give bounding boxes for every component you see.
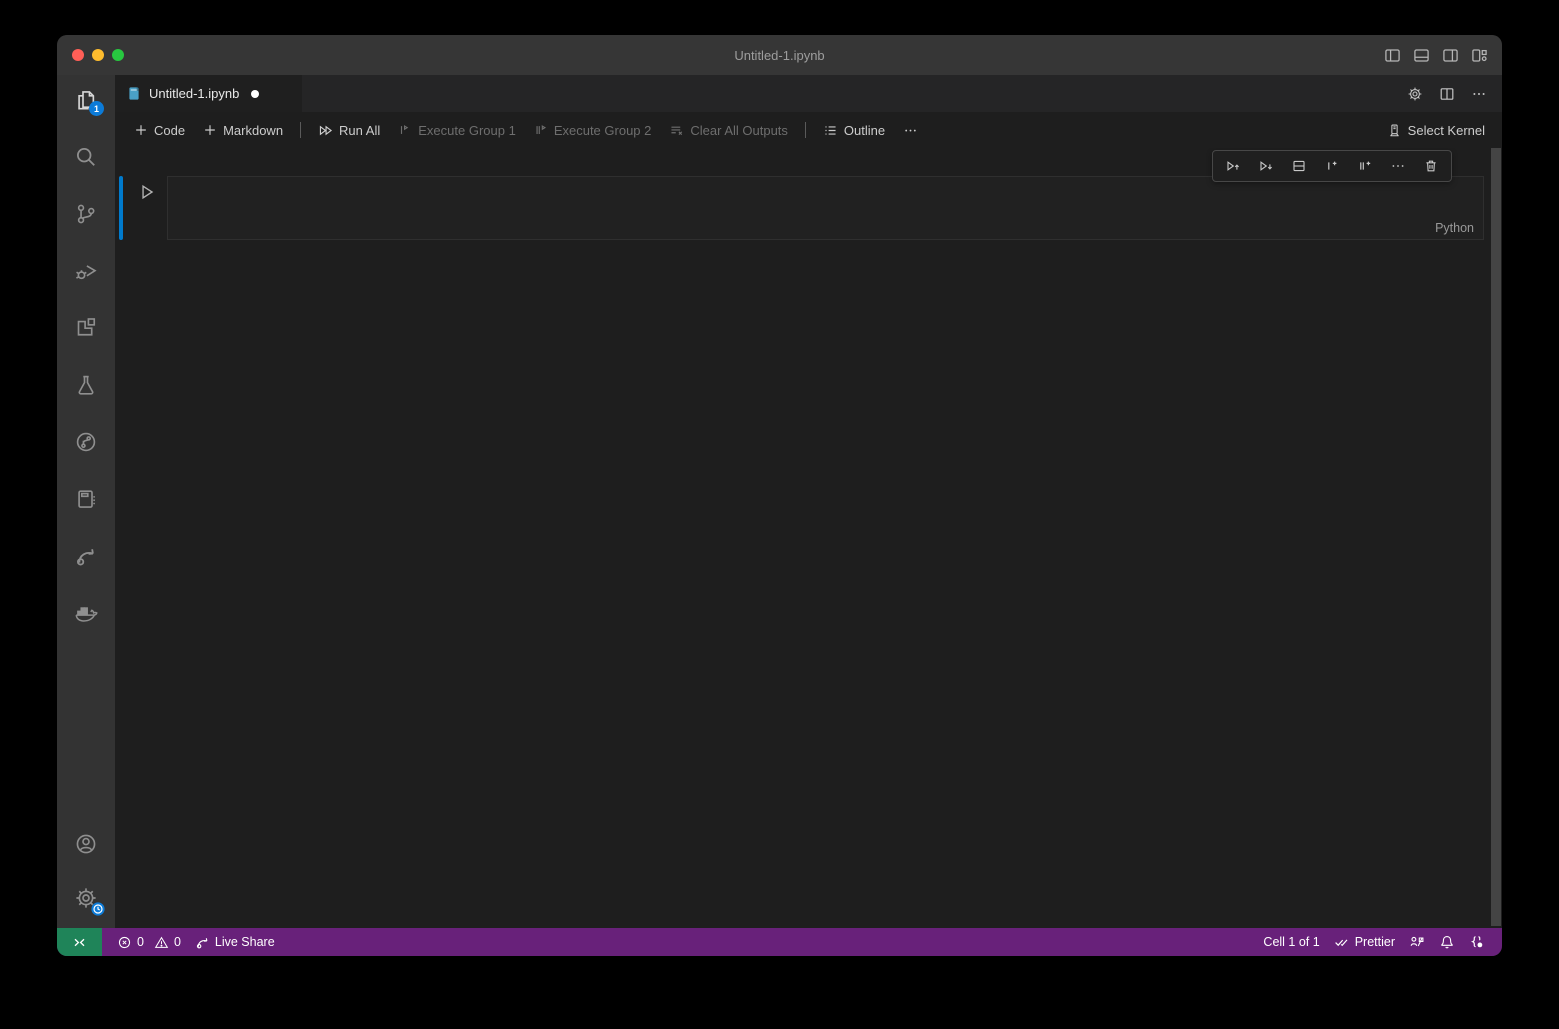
tab-bar: Untitled-1.ipynb (115, 75, 1502, 112)
error-icon (117, 935, 132, 950)
clear-outputs-icon (669, 123, 684, 138)
activity-bar: 1 (57, 75, 115, 928)
status-bar: 0 0 Live Share Cell 1 of 1 Prettier (57, 928, 1502, 956)
delete-cell-icon[interactable] (1423, 158, 1439, 174)
toggle-secondary-sidebar-icon[interactable] (1441, 46, 1459, 64)
plus-icon (134, 123, 148, 137)
outline-button[interactable]: Outline (816, 119, 892, 142)
remote-indicator[interactable] (57, 928, 102, 956)
execute-above-icon[interactable] (1225, 158, 1241, 174)
split-cell-icon[interactable] (1291, 158, 1307, 174)
execute-group-2-icon (534, 123, 548, 137)
problems-indicator[interactable]: 0 0 (110, 935, 188, 950)
feedback-icon[interactable] (1402, 934, 1432, 950)
remote-icon (72, 935, 87, 950)
notebook-cell: Python (119, 176, 1484, 240)
language-status-braces-icon[interactable] (1462, 934, 1492, 950)
run-all-label: Run All (339, 123, 380, 138)
live-share-icon[interactable] (74, 544, 98, 568)
add-markdown-label: Markdown (223, 123, 283, 138)
cell-position-label: Cell 1 of 1 (1263, 935, 1319, 949)
double-check-icon (1334, 934, 1350, 950)
toolbar-separator (805, 122, 806, 138)
prettier-label: Prettier (1355, 935, 1395, 949)
cell-toolbar (1212, 150, 1452, 182)
notebook-toolbar: Code Markdown Run All Execute Group 1 (115, 112, 1502, 148)
docker-icon[interactable] (74, 601, 98, 625)
tab-untitled-notebook[interactable]: Untitled-1.ipynb (115, 75, 302, 112)
add-code-label: Code (154, 123, 185, 138)
cell-language-picker[interactable]: Python (1435, 221, 1474, 235)
tab-label: Untitled-1.ipynb (149, 86, 239, 101)
explorer-badge: 1 (89, 101, 104, 116)
execute-below-icon[interactable] (1258, 158, 1274, 174)
vscode-window: Untitled-1.ipynb 1 (57, 35, 1502, 956)
search-icon[interactable] (74, 145, 98, 169)
select-kernel-button[interactable]: Select Kernel (1380, 119, 1492, 142)
window-title: Untitled-1.ipynb (57, 48, 1502, 63)
traffic-lights (72, 35, 124, 75)
cell-more-actions-icon[interactable] (1390, 158, 1406, 174)
explorer-icon[interactable]: 1 (74, 88, 98, 112)
plus-icon (203, 123, 217, 137)
extensions-icon[interactable] (74, 316, 98, 340)
select-kernel-label: Select Kernel (1408, 123, 1485, 138)
live-share-label: Live Share (215, 935, 275, 949)
editor-more-actions-icon[interactable] (1470, 85, 1488, 103)
warning-count: 0 (174, 935, 181, 949)
customize-layout-icon[interactable] (1470, 46, 1488, 64)
run-all-icon (318, 123, 333, 138)
clear-all-outputs-label: Clear All Outputs (690, 123, 788, 138)
source-control-icon[interactable] (74, 202, 98, 226)
run-and-debug-icon[interactable] (74, 259, 98, 283)
cell-position-indicator[interactable]: Cell 1 of 1 (1256, 935, 1326, 949)
clear-all-outputs-button[interactable]: Clear All Outputs (662, 119, 795, 142)
outline-icon (823, 123, 838, 138)
execute-group-1-label: Execute Group 1 (418, 123, 516, 138)
execute-group-2-button[interactable]: Execute Group 2 (527, 119, 659, 142)
toolbar-separator (300, 122, 301, 138)
git-graph-icon[interactable] (74, 430, 98, 454)
titlebar: Untitled-1.ipynb (57, 35, 1502, 75)
notebook-scrollbar[interactable] (1491, 148, 1501, 926)
run-cell-button[interactable] (138, 183, 156, 201)
toolbar-more-actions-icon[interactable] (896, 119, 925, 142)
run-all-button[interactable]: Run All (311, 119, 387, 142)
notifications-bell-icon[interactable] (1432, 934, 1462, 950)
accounts-icon[interactable] (74, 832, 98, 856)
live-share-status-item[interactable]: Live Share (188, 935, 282, 950)
add-markdown-cell-button[interactable]: Markdown (196, 119, 290, 142)
settings-update-badge (91, 902, 105, 916)
insert-code-cell-icon[interactable] (1324, 158, 1340, 174)
cell-code-editor[interactable]: Python (167, 176, 1484, 240)
testing-icon[interactable] (74, 373, 98, 397)
close-window-button[interactable] (72, 49, 84, 61)
insert-markdown-cell-icon[interactable] (1357, 158, 1373, 174)
prettier-status-item[interactable]: Prettier (1327, 934, 1402, 950)
ipynb-file-icon (127, 86, 141, 101)
toggle-panel-icon[interactable] (1412, 46, 1430, 64)
execute-group-2-label: Execute Group 2 (554, 123, 652, 138)
add-code-cell-button[interactable]: Code (127, 119, 192, 142)
execute-group-1-icon (398, 123, 412, 137)
warning-icon (154, 935, 169, 950)
notebook-icon[interactable] (74, 487, 98, 511)
settings-gear-icon[interactable] (74, 886, 98, 910)
outline-label: Outline (844, 123, 885, 138)
error-count: 0 (137, 935, 144, 949)
zoom-window-button[interactable] (112, 49, 124, 61)
minimize-window-button[interactable] (92, 49, 104, 61)
unsaved-changes-dot[interactable] (251, 90, 259, 98)
toggle-primary-sidebar-icon[interactable] (1383, 46, 1401, 64)
kernel-icon (1387, 123, 1402, 138)
live-share-icon (195, 935, 210, 950)
cell-focus-bar (119, 176, 123, 240)
execute-group-1-button[interactable]: Execute Group 1 (391, 119, 523, 142)
notebook-settings-gear-icon[interactable] (1406, 85, 1424, 103)
notebook-editor: Python (115, 148, 1502, 928)
split-editor-icon[interactable] (1438, 85, 1456, 103)
